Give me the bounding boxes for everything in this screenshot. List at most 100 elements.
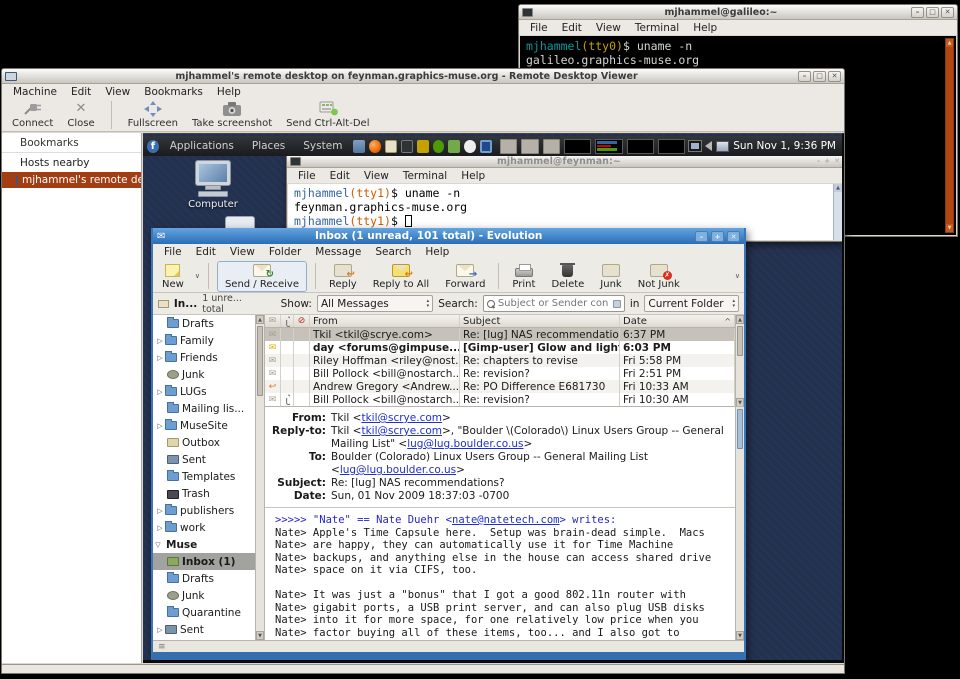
new-button[interactable]: New [157, 262, 189, 291]
scrollbar-thumb[interactable] [257, 326, 263, 396]
menu-edit[interactable]: Edit [323, 169, 357, 183]
menu-terminal[interactable]: Terminal [396, 169, 454, 183]
vnc-applet-icon[interactable] [480, 140, 492, 153]
date-column-header[interactable]: Date^ [620, 315, 735, 327]
folder-publishers[interactable]: ▷publishers [153, 502, 264, 519]
message-row-selected[interactable]: ✉ Tkil <tkil@scrye.com>Re: [lug] NAS rec… [265, 328, 735, 341]
search-entry[interactable] [483, 295, 625, 312]
menu-search[interactable]: Search [368, 245, 418, 259]
menu-help[interactable]: Help [686, 21, 724, 35]
minimize-button[interactable]: – [817, 157, 821, 165]
status-grip-icon[interactable]: ≡ [158, 642, 166, 652]
evolution-launcher-icon[interactable] [385, 140, 397, 153]
send-ctrl-alt-del-button[interactable]: Send Ctrl-Alt-Del [286, 100, 369, 129]
display-tray-icon[interactable] [689, 141, 701, 151]
scrollbar-thumb[interactable] [737, 326, 743, 356]
reply-to-all-button[interactable]: ↩ Reply to All [368, 262, 435, 291]
hosts-nearby-group[interactable]: Hosts nearby [2, 153, 141, 172]
preview-scrollbar[interactable]: ▼ [735, 407, 744, 640]
close-button[interactable]: ✕ [727, 231, 740, 242]
window-list-button[interactable] [500, 139, 517, 154]
read-status-column-icon[interactable]: ✉ [265, 315, 281, 327]
menu-edit[interactable]: Edit [64, 85, 98, 99]
maximize-button[interactable]: □ [926, 7, 939, 18]
email-link[interactable]: nate@natetech.com [452, 514, 559, 526]
delete-button[interactable]: Delete [546, 262, 589, 291]
junk-button[interactable]: Junk [595, 262, 626, 291]
search-scope-combo[interactable]: Current Folder ▴▾ [644, 295, 739, 312]
print-button[interactable]: Print [507, 262, 540, 291]
from-column-header[interactable]: From [310, 315, 460, 327]
workspace-2-active[interactable] [595, 139, 622, 154]
message-row-attachment[interactable]: ✉ Bill Pollock <bill@nostarch...Re: revi… [265, 393, 735, 406]
reply-button[interactable]: ↩ Reply [324, 262, 362, 291]
workspace-3[interactable] [627, 139, 654, 154]
galileo-scrollbar[interactable]: ▲ ▼ [945, 38, 954, 233]
scroll-up-icon[interactable]: ▲ [834, 184, 842, 192]
forward-button[interactable]: → Forward [440, 262, 490, 291]
menu-bookmarks[interactable]: Bookmarks [137, 85, 210, 99]
message-row-unread[interactable]: ✉ day <forums@gimpuse...[Gimp-user] Glow… [265, 341, 735, 354]
folder-work[interactable]: ▷work [153, 519, 264, 536]
folder-tab-label[interactable]: In... [174, 298, 197, 310]
maximize-button[interactable]: □ [813, 71, 826, 82]
toolbar-overflow-chevron[interactable]: ∨ [735, 272, 740, 280]
menu-file[interactable]: File [291, 169, 323, 183]
folder-drafts2[interactable]: Drafts [153, 570, 264, 587]
close-button[interactable]: ✕ [828, 71, 841, 82]
folder-scrollbar[interactable]: ▲▼ [255, 315, 264, 640]
system-menu[interactable]: System [296, 140, 349, 152]
galileo-titlebar[interactable]: mjhammel@galileo:~ – □ ✕ [519, 5, 957, 20]
menu-folder[interactable]: Folder [262, 245, 308, 259]
folder-family[interactable]: ▷Family [153, 332, 264, 349]
menu-terminal[interactable]: Terminal [628, 21, 686, 35]
rdv-titlebar[interactable]: mjhammel's remote desktop on feynman.gra… [2, 69, 844, 84]
volume-tray-icon[interactable] [705, 141, 712, 151]
window-list-button[interactable] [543, 139, 560, 154]
message-row[interactable]: ✉ Riley Hoffman <riley@nost...Re: chapte… [265, 354, 735, 367]
folder-musesite[interactable]: ▷MuseSite [153, 417, 264, 434]
menu-view[interactable]: View [357, 169, 396, 183]
evolution-titlebar[interactable]: ✉ Inbox (1 unread, 101 total) - Evolutio… [153, 228, 744, 244]
minimize-button[interactable]: – [695, 231, 708, 242]
places-menu[interactable]: Places [245, 140, 292, 152]
menu-machine[interactable]: Machine [6, 85, 64, 99]
email-link[interactable]: tkil@scrye.com [361, 425, 442, 437]
send-receive-button[interactable]: ↻ Send / Receive [220, 262, 304, 291]
folder-quarantine[interactable]: Quarantine [153, 604, 264, 621]
show-filter-combo[interactable]: All Messages ▴▾ [317, 295, 433, 312]
folder-junk[interactable]: Junk [153, 366, 264, 383]
not-junk-button[interactable]: ✗ Not Junk [633, 262, 685, 291]
applications-menu[interactable]: Applications [163, 140, 241, 152]
computer-desktop-icon[interactable]: Computer [173, 160, 253, 210]
attachment-column-icon[interactable] [281, 315, 294, 327]
email-link[interactable]: tkil@scrye.com [361, 412, 442, 424]
maximize-button[interactable]: + [824, 157, 830, 165]
network-tray-icon[interactable] [716, 141, 729, 152]
panel-clock[interactable]: Sun Nov 1, 9:36 PM [733, 140, 838, 152]
window-list-button[interactable] [521, 139, 538, 154]
power-applet-icon[interactable] [464, 140, 476, 153]
important-column-icon[interactable]: ⊘ [294, 315, 310, 327]
terminal-launcher-icon[interactable] [401, 140, 413, 153]
feynman-titlebar[interactable]: mjhammel@feynman:~ – + ✕ [287, 155, 843, 168]
menu-help[interactable]: Help [418, 245, 456, 259]
menu-help[interactable]: Help [454, 169, 492, 183]
bookmark-item-selected[interactable]: mjhammel's remote des... [2, 172, 141, 188]
menu-edit[interactable]: Edit [189, 245, 223, 259]
clear-search-icon[interactable] [613, 300, 621, 308]
workspace-1[interactable] [564, 139, 591, 154]
computer-launcher-icon[interactable] [353, 140, 365, 153]
workspace-4[interactable] [658, 139, 685, 154]
gimp-launcher-icon[interactable] [417, 140, 429, 153]
menu-view[interactable]: View [98, 85, 137, 99]
folder-templates[interactable]: Templates [153, 468, 264, 485]
connect-button[interactable]: Connect [12, 100, 53, 129]
message-row[interactable]: ✉ Bill Pollock <bill@nostarch....Re: rev… [265, 367, 735, 380]
folder-sent2[interactable]: ▷Sent [153, 621, 264, 638]
message-list-scrollbar[interactable]: ▲▼ [735, 315, 744, 407]
menu-help[interactable]: Help [210, 85, 248, 99]
email-link[interactable]: lug@lug.boulder.co.us [340, 464, 456, 476]
app-launcher-icon[interactable] [433, 140, 445, 153]
folder-sent[interactable]: Sent [153, 451, 264, 468]
